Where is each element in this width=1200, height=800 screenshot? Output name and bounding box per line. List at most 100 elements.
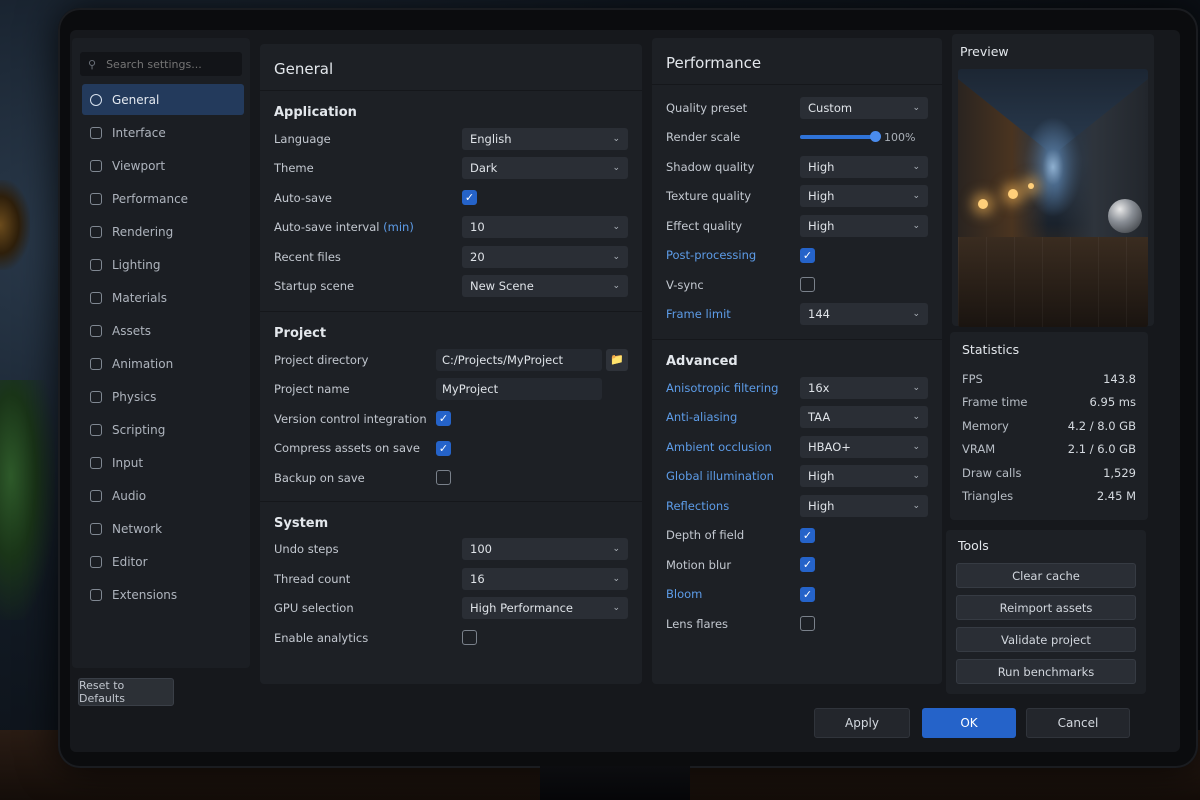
vcs-checkbox[interactable]: ✓ [436,411,451,427]
sidebar-item-label: Audio [112,488,147,503]
sidebar-item-physics[interactable]: Physics [82,381,244,412]
compress-row: Compress assets on save ✓ [260,434,642,464]
gi-row: Global illumination High ⌄ [652,462,942,492]
sidebar-item-lighting[interactable]: Lighting [82,249,244,280]
sidebar-item-rendering[interactable]: Rendering [82,216,244,247]
ao-select[interactable]: HBAO+ ⌄ [800,435,928,458]
sidebar-item-extensions[interactable]: Extensions [82,579,244,610]
search-box[interactable]: ⚲ [80,52,242,76]
rendering-icon [90,225,102,238]
reflections-select[interactable]: High ⌄ [800,494,928,517]
lamp-light [1028,183,1034,189]
ok-button[interactable]: OK [922,708,1016,738]
render-scale-row: Render scale 100% [652,123,942,153]
quality-preset-label: Quality preset [666,100,748,115]
compress-checkbox[interactable]: ✓ [436,440,451,456]
startup-scene-row: Startup scene New Scene ⌄ [260,272,642,302]
reimport-assets-button[interactable]: Reimport assets [956,595,1136,620]
sidebar-item-audio[interactable]: Audio [82,480,244,511]
frame-limit-select[interactable]: 144 ⌄ [800,303,928,326]
apply-button[interactable]: Apply [814,708,910,738]
postproc-checkbox[interactable]: ✓ [800,247,815,263]
sidebar-item-viewport[interactable]: Viewport [82,150,244,181]
sidebar-item-label: Interface [112,125,166,140]
bloom-checkbox[interactable]: ✓ [800,586,815,602]
cancel-button[interactable]: Cancel [1026,708,1130,738]
stat-label: FPS [962,371,983,386]
statistics-title: Statistics [962,342,1020,357]
folder-icon[interactable]: 📁 [606,348,628,371]
chevron-down-icon: ⌄ [912,220,920,231]
vsync-checkbox[interactable] [800,277,815,293]
texture-select[interactable]: High ⌄ [800,185,928,208]
validate-project-button[interactable]: Validate project [956,627,1136,652]
lens-flares-checkbox[interactable] [800,616,815,632]
shadow-value: High [808,159,835,174]
animation-icon [90,357,102,370]
dof-checkbox[interactable]: ✓ [800,527,815,543]
chrome-sphere [1108,199,1142,233]
audio-icon [90,489,102,502]
render-scale-slider[interactable]: 100% [800,131,928,144]
undo-select[interactable]: 100 ⌄ [462,538,628,561]
lamp-light [1008,189,1018,199]
thread-select[interactable]: 16 ⌄ [462,567,628,590]
chevron-down-icon: ⌄ [912,191,920,202]
ao-row: Ambient occlusion HBAO+ ⌄ [652,432,942,462]
autosave-interval-select[interactable]: 10 ⌄ [462,216,628,239]
section-project-title: Project [274,326,327,341]
backup-checkbox[interactable] [436,470,451,486]
run-benchmarks-button[interactable]: Run benchmarks [956,659,1136,684]
aa-select[interactable]: TAA ⌄ [800,406,928,429]
vsync-row: V-sync [652,270,942,300]
texture-label: Texture quality [666,189,752,204]
sidebar-item-editor[interactable]: Editor [82,546,244,577]
language-select[interactable]: English ⌄ [462,127,628,150]
shadow-select[interactable]: High ⌄ [800,155,928,178]
performance-title: Performance [666,54,762,72]
analytics-checkbox[interactable] [462,630,477,646]
gi-select[interactable]: High ⌄ [800,465,928,488]
lens-flares-label: Lens flares [666,616,729,631]
backup-label: Backup on save [274,470,365,485]
render-scale-knob[interactable] [870,131,881,143]
sidebar-item-scripting[interactable]: Scripting [82,414,244,445]
autosave-checkbox[interactable]: ✓ [462,190,477,206]
chevron-down-icon: ⌄ [912,382,920,393]
chevron-down-icon: ⌄ [912,309,920,320]
sidebar-item-general[interactable]: General [82,84,244,115]
aniso-label: Anisotropic filtering [666,380,779,395]
stat-label: VRAM [962,442,996,457]
sidebar-item-materials[interactable]: Materials [82,282,244,313]
recent-files-select[interactable]: 20 ⌄ [462,245,628,268]
startup-scene-select[interactable]: New Scene ⌄ [462,275,628,298]
motion-blur-row: Motion blur ✓ [652,550,942,580]
background-plant [0,380,55,620]
clear-cache-button[interactable]: Clear cache [956,563,1136,588]
sidebar-item-performance[interactable]: Performance [82,183,244,214]
section-system-title: System [274,515,329,531]
sidebar-item-interface[interactable]: Interface [82,117,244,148]
sidebar-item-network[interactable]: Network [82,513,244,544]
quality-preset-select[interactable]: Custom ⌄ [800,96,928,119]
sidebar-item-label: Viewport [112,158,166,173]
aa-row: Anti-aliasing TAA ⌄ [652,403,942,433]
recent-files-row: Recent files 20 ⌄ [260,242,642,272]
sidebar-item-label: Physics [112,389,157,404]
search-input[interactable] [106,57,227,71]
sidebar-item-animation[interactable]: Animation [82,348,244,379]
stat-row: Triangles 2.45 M [950,485,1148,509]
theme-select[interactable]: Dark ⌄ [462,157,628,180]
aniso-select[interactable]: 16x ⌄ [800,376,928,399]
reset-to-defaults-button[interactable]: Reset to Defaults [78,678,174,706]
project-name-input[interactable]: MyProject [436,378,602,401]
motion-blur-checkbox[interactable]: ✓ [800,557,815,573]
sidebar-item-input[interactable]: Input [82,447,244,478]
sidebar-item-assets[interactable]: Assets [82,315,244,346]
render-scale-track [800,131,881,143]
physics-icon [90,390,102,403]
effect-select[interactable]: High ⌄ [800,214,928,237]
project-name-row: Project name MyProject [260,375,642,405]
gpu-select[interactable]: High Performance ⌄ [462,597,628,620]
project-directory-input[interactable]: C:/Projects/MyProject [436,348,602,371]
